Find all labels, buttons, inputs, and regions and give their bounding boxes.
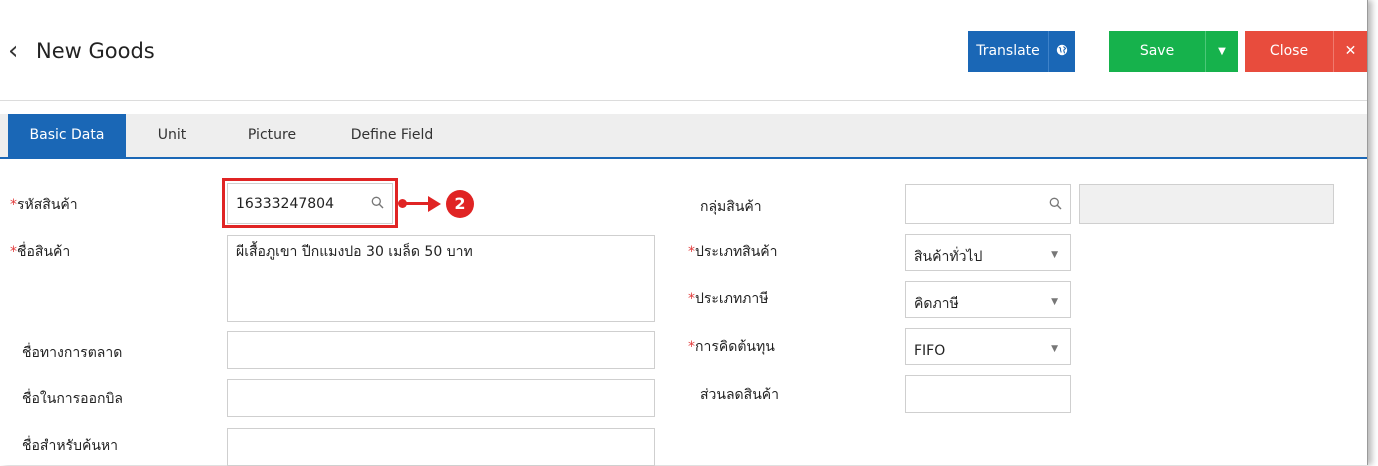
marketing-name-label: ชื่อทางการตลาด — [22, 345, 123, 361]
product-type-label: *ประเภทสินค้า — [688, 244, 778, 260]
close-icon[interactable]: ✕ — [1334, 31, 1367, 72]
tab-bar: Basic Data Unit Picture Define Field — [0, 114, 1367, 159]
annotation-arrow-head — [428, 196, 441, 212]
search-name-label: ชื่อสำหรับค้นหา — [22, 438, 118, 454]
costing-select[interactable]: FIFO ▼ — [905, 328, 1071, 365]
product-group-input[interactable] — [905, 184, 1071, 224]
back-icon[interactable]: ‹ — [8, 36, 18, 66]
marketing-name-input[interactable] — [227, 331, 655, 369]
billing-name-label: ชื่อในการออกบิล — [22, 391, 123, 407]
close-label: Close — [1269, 43, 1309, 59]
caret-down-icon[interactable]: ▼ — [1206, 31, 1238, 72]
tax-type-select[interactable]: คิดภาษี ▼ — [905, 281, 1071, 318]
product-name-label: *ชื่อสินค้า — [10, 244, 71, 260]
tab-define-field[interactable]: Define Field — [346, 114, 438, 157]
billing-name-input[interactable] — [227, 379, 655, 417]
save-button[interactable]: Save ▼ — [1109, 31, 1238, 72]
annotation-arrow-line — [401, 202, 431, 205]
discount-input[interactable] — [905, 375, 1071, 413]
tax-type-label: *ประเภทภาษี — [688, 291, 769, 307]
tab-picture[interactable]: Picture — [238, 114, 306, 157]
annotation-highlight-box — [222, 178, 398, 228]
search-name-input[interactable] — [227, 428, 655, 466]
page-title: New Goods — [36, 39, 155, 63]
costing-label: *การคิดต้นทุน — [688, 339, 775, 355]
globe-icon[interactable] — [1049, 31, 1075, 72]
close-button[interactable]: Close ✕ — [1245, 31, 1367, 72]
product-type-select[interactable]: สินค้าทั่วไป ▼ — [905, 234, 1071, 271]
chevron-down-icon: ▼ — [1051, 344, 1058, 354]
tab-unit[interactable]: Unit — [150, 114, 194, 157]
product-code-label: *รหัสสินค้า — [10, 197, 78, 213]
chevron-down-icon: ▼ — [1051, 250, 1058, 260]
translate-label: Translate — [976, 43, 1040, 59]
step-badge: 2 — [446, 190, 474, 218]
product-name-input[interactable]: ผีเสื้อภูเขา ปีกแมงปอ 30 เมล็ด 50 บาท — [227, 235, 655, 322]
save-label: Save — [1139, 43, 1175, 59]
product-group-name-field — [1079, 184, 1334, 224]
chevron-down-icon: ▼ — [1051, 297, 1058, 307]
discount-label: ส่วนลดสินค้า — [700, 387, 779, 403]
search-icon[interactable] — [1049, 185, 1062, 225]
page-header: ‹ New Goods Translate Save ▼ Close ✕ — [0, 0, 1367, 101]
product-group-label: กลุ่มสินค้า — [700, 199, 762, 215]
goods-form-window: ‹ New Goods Translate Save ▼ Close ✕ Bas… — [0, 0, 1368, 466]
translate-button[interactable]: Translate — [968, 31, 1075, 72]
tab-basic-data[interactable]: Basic Data — [8, 114, 126, 157]
product-name-value: ผีเสื้อภูเขา ปีกแมงปอ 30 เมล็ด 50 บาท — [236, 244, 473, 260]
